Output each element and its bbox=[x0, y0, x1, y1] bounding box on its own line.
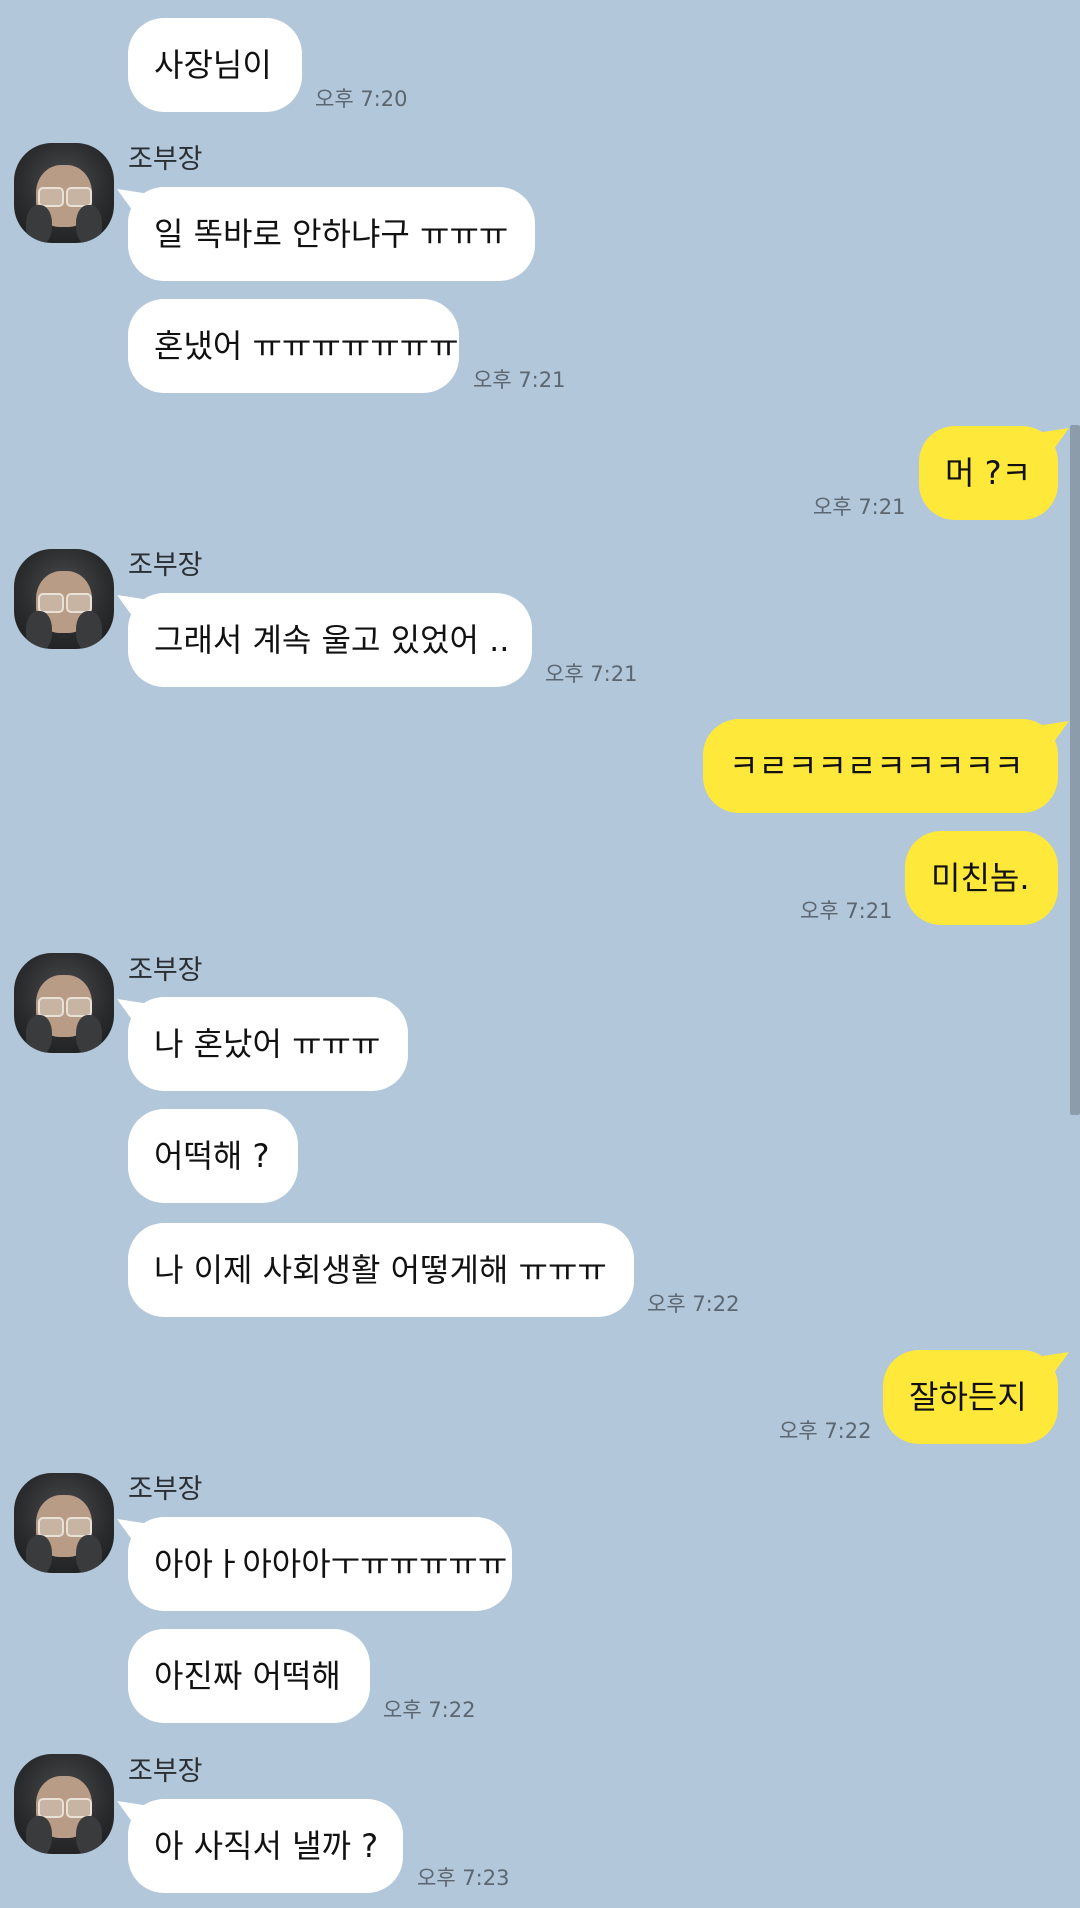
scrollbar-thumb[interactable] bbox=[1070, 425, 1080, 1115]
message-text: 머 ?ㅋ bbox=[945, 454, 1032, 492]
contact-avatar[interactable] bbox=[14, 953, 114, 1053]
message-timestamp: 오후 7:23 bbox=[417, 1866, 510, 1890]
message-text: 혼냈어 ㅠㅠㅠㅠㅠㅠㅠ bbox=[154, 327, 459, 365]
message-timestamp: 오후 7:22 bbox=[647, 1292, 740, 1316]
outgoing-message-bubble[interactable]: ㅋㄹㅋㅋㄹㅋㅋㅋㅋㅋ bbox=[703, 719, 1058, 813]
message-text: 나 혼났어 ㅠㅠㅠ bbox=[154, 1025, 381, 1063]
incoming-message-bubble[interactable]: 아아ㅏ아아아ㅜㅠㅠㅠㅠㅠ bbox=[128, 1517, 512, 1611]
incoming-message-bubble[interactable]: 아진짜 어떡해 bbox=[128, 1629, 370, 1723]
sender-name: 조부장 bbox=[128, 1474, 203, 1505]
message-timestamp: 오후 7:22 bbox=[779, 1419, 872, 1443]
message-text: 아아ㅏ아아아ㅜㅠㅠㅠㅠㅠ bbox=[154, 1545, 508, 1583]
incoming-message-bubble[interactable]: 일 똑바로 안하냐구 ㅠㅠㅠ bbox=[128, 187, 535, 281]
contact-avatar[interactable] bbox=[14, 143, 114, 243]
message-text: 그래서 계속 울고 있었어 .. bbox=[154, 621, 510, 659]
sender-name: 조부장 bbox=[128, 144, 203, 175]
contact-avatar[interactable] bbox=[14, 1473, 114, 1573]
outgoing-message-bubble[interactable]: 머 ?ㅋ bbox=[919, 426, 1058, 520]
message-text: 사장님이 bbox=[154, 46, 272, 84]
contact-avatar[interactable] bbox=[14, 1754, 114, 1854]
contact-avatar[interactable] bbox=[14, 549, 114, 649]
message-timestamp: 오후 7:20 bbox=[315, 87, 408, 111]
incoming-message-bubble[interactable]: 어떡해 ? bbox=[128, 1109, 298, 1203]
message-text: ㅋㄹㅋㅋㄹㅋㅋㅋㅋㅋ bbox=[729, 747, 1024, 785]
message-timestamp: 오후 7:22 bbox=[383, 1698, 476, 1722]
message-timestamp: 오후 7:21 bbox=[800, 899, 893, 923]
outgoing-message-bubble[interactable]: 잘하든지 bbox=[883, 1350, 1058, 1444]
incoming-message-bubble[interactable]: 혼냈어 ㅠㅠㅠㅠㅠㅠㅠ bbox=[128, 299, 459, 393]
incoming-message-bubble[interactable]: 나 이제 사회생활 어떻게해 ㅠㅠㅠ bbox=[128, 1223, 634, 1317]
incoming-message-bubble[interactable]: 아 사직서 낼까 ? bbox=[128, 1799, 403, 1893]
message-text: 아 사직서 낼까 ? bbox=[154, 1827, 379, 1865]
message-text: 잘하든지 bbox=[909, 1378, 1027, 1416]
message-timestamp: 오후 7:21 bbox=[813, 495, 906, 519]
incoming-message-bubble[interactable]: 나 혼났어 ㅠㅠㅠ bbox=[128, 997, 408, 1091]
incoming-message-bubble[interactable]: 그래서 계속 울고 있었어 .. bbox=[128, 593, 532, 687]
message-text: 어떡해 ? bbox=[154, 1137, 270, 1175]
sender-name: 조부장 bbox=[128, 550, 203, 581]
message-text: 나 이제 사회생활 어떻게해 ㅠㅠㅠ bbox=[154, 1251, 607, 1289]
outgoing-message-bubble[interactable]: 미친놈. bbox=[905, 831, 1058, 925]
message-timestamp: 오후 7:21 bbox=[473, 368, 566, 392]
message-text: 미친놈. bbox=[931, 859, 1030, 897]
sender-name: 조부장 bbox=[128, 955, 203, 986]
message-text: 아진짜 어떡해 bbox=[154, 1657, 341, 1695]
message-text: 일 똑바로 안하냐구 ㅠㅠㅠ bbox=[154, 215, 509, 253]
sender-name: 조부장 bbox=[128, 1756, 203, 1787]
incoming-message-bubble[interactable]: 사장님이 bbox=[128, 18, 302, 112]
message-timestamp: 오후 7:21 bbox=[545, 662, 638, 686]
